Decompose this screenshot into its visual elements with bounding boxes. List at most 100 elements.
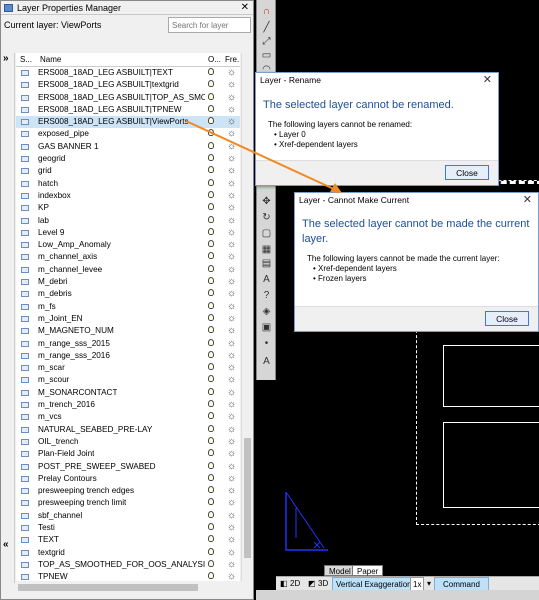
layer-status-icon[interactable] [21,192,29,199]
lightbulb-icon[interactable] [208,240,214,248]
lightbulb-icon[interactable] [208,436,214,444]
table-row[interactable]: presweeping trench limit ☼ [16,497,240,509]
sun-icon[interactable]: ☼ [227,436,236,448]
layer-status-icon[interactable] [21,94,29,101]
lightbulb-icon[interactable] [208,154,214,162]
layer-status-icon[interactable] [21,168,29,175]
layer-list-horizontal-scrollbar[interactable] [16,582,240,593]
region-tool-icon[interactable]: ▣ [260,322,273,334]
sun-icon[interactable]: ☼ [227,497,236,509]
sun-icon[interactable]: ☼ [227,485,236,497]
lightbulb-icon[interactable] [208,227,214,235]
layer-status-icon[interactable] [21,82,29,89]
lightbulb-icon[interactable] [208,80,214,88]
layer-status-icon[interactable] [21,463,29,470]
sun-icon[interactable]: ☼ [227,79,236,91]
layer-status-icon[interactable] [21,438,29,445]
lightbulb-icon[interactable] [208,522,214,530]
layer-status-icon[interactable] [21,549,29,556]
column-freeze[interactable]: Fre... [225,53,240,67]
lightbulb-icon[interactable] [208,141,214,149]
sun-icon[interactable]: ☼ [227,92,236,104]
layer-status-icon[interactable] [21,303,29,310]
lightbulb-icon[interactable] [208,363,214,371]
sun-icon[interactable]: ☼ [227,153,236,165]
collapse-filters-icon[interactable]: « [3,539,9,550]
table-row[interactable]: m_channel_axis ☼ [16,251,240,263]
table-row[interactable]: geogrid ☼ [16,153,240,165]
table-row[interactable]: Level 9 ☼ [16,227,240,239]
text-tool-icon[interactable]: A [260,274,273,286]
layer-status-icon[interactable] [21,328,29,335]
layer-status-icon[interactable] [21,537,29,544]
layer-status-icon[interactable] [21,488,29,495]
close-icon[interactable]: ✕ [523,193,532,207]
table-row[interactable]: OIL_trench ☼ [16,436,240,448]
lightbulb-icon[interactable] [208,313,214,321]
layer-status-icon[interactable] [21,414,29,421]
table-row[interactable]: ERS008_18AD_LEG ASBUILT|textgrid ☼ [16,79,240,91]
layer-status-icon[interactable] [21,156,29,163]
table-row[interactable]: Prelay Contours ☼ [16,473,240,485]
sun-icon[interactable]: ☼ [227,399,236,411]
table-row[interactable]: presweeping trench edges ☼ [16,485,240,497]
layer-status-icon[interactable] [21,70,29,76]
layer-status-icon[interactable] [21,315,29,322]
table-row[interactable]: POST_PRE_SWEEP_SWABED ☼ [16,461,240,473]
layer-status-icon[interactable] [21,402,29,409]
lightbulb-icon[interactable] [208,473,214,481]
sun-icon[interactable]: ☼ [227,325,236,337]
column-name[interactable]: Name [40,53,61,67]
lightbulb-icon[interactable] [208,166,214,174]
status-3d[interactable]: 3D [318,577,328,591]
sun-icon[interactable]: ☼ [227,239,236,251]
lightbulb-icon[interactable] [208,301,214,309]
layer-status-icon[interactable] [21,377,29,384]
scale-tool-icon[interactable]: ▢ [260,228,273,240]
table-row[interactable]: exposed_pipe ☼ [16,128,240,140]
table-row[interactable]: hatch ☼ [16,178,240,190]
sun-icon[interactable]: ☼ [227,165,236,177]
layer-status-icon[interactable] [21,426,29,433]
layer-status-icon[interactable] [21,217,29,224]
layer-status-icon[interactable] [21,451,29,458]
rectangle-tool-icon[interactable]: ▭ [260,50,273,62]
table-row[interactable]: NATURAL_SEABED_PRE-LAY ☼ [16,424,240,436]
sun-icon[interactable]: ☼ [227,276,236,288]
column-on[interactable]: O... [208,53,221,67]
sun-icon[interactable]: ☼ [227,571,236,581]
table-row[interactable]: m_fs ☼ [16,301,240,313]
layer-status-icon[interactable] [21,254,29,261]
rename-close-button[interactable]: Close [445,165,489,180]
table-row[interactable]: ERS008_18AD_LEG ASBUILT|TEXT ☼ [16,67,240,79]
table-row[interactable]: Testi ☼ [16,522,240,534]
lightbulb-icon[interactable] [208,486,214,494]
lightbulb-icon[interactable] [208,68,214,75]
lightbulb-icon[interactable] [208,535,214,543]
sun-icon[interactable]: ☼ [227,288,236,300]
sun-icon[interactable]: ☼ [227,215,236,227]
line-tool-icon[interactable]: ╱ [260,22,273,34]
lightbulb-icon[interactable] [208,498,214,506]
sun-icon[interactable]: ☼ [227,559,236,571]
lightbulb-icon[interactable] [208,387,214,395]
column-status[interactable]: S... [20,53,32,67]
lightbulb-icon[interactable] [208,92,214,100]
lightbulb-icon[interactable] [208,117,214,125]
expand-filters-icon[interactable]: » [3,53,9,64]
sun-icon[interactable]: ☼ [227,264,236,276]
table-row[interactable]: indexbox ☼ [16,190,240,202]
lightbulb-icon[interactable] [208,277,214,285]
status-2d-icon[interactable]: ◧ [280,577,288,591]
sun-icon[interactable]: ☼ [227,362,236,374]
table-row[interactable]: grid ☼ [16,165,240,177]
layer-search-input[interactable] [168,17,251,33]
status-3d-icon[interactable]: ◩ [308,577,316,591]
sun-icon[interactable]: ☼ [227,251,236,263]
table-row[interactable]: ERS008_18AD_LEG ASBUILT|ViewPorts ☼ [16,116,240,129]
table-row[interactable]: Plan-Field Joint ☼ [16,448,240,460]
layer-status-icon[interactable] [21,242,29,249]
layer-status-icon[interactable] [21,500,29,507]
table-row[interactable]: m_trench_2016 ☼ [16,399,240,411]
point-tool-icon[interactable]: • [260,338,273,350]
